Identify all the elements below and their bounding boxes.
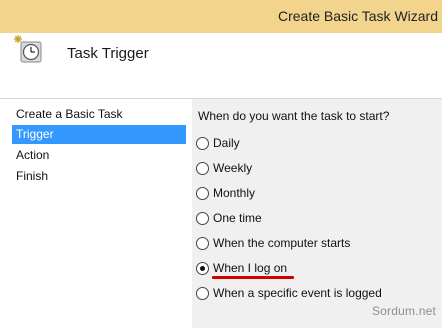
- radio-label[interactable]: When a specific event is logged: [213, 286, 382, 300]
- radio-label[interactable]: When the computer starts: [213, 236, 350, 250]
- window-title: Create Basic Task Wizard: [277, 8, 438, 24]
- radio-button[interactable]: [196, 287, 209, 300]
- step-label: Action: [16, 148, 50, 162]
- clock-icon: [14, 34, 46, 64]
- radio-label[interactable]: Monthly: [213, 186, 255, 200]
- wizard-steps: Create a Basic Task Trigger Action Finis…: [0, 99, 192, 328]
- wizard-header: Task Trigger: [0, 33, 442, 99]
- radio-button[interactable]: [196, 212, 209, 225]
- highlight-underline: [212, 276, 294, 279]
- title-bar[interactable]: Create Basic Task Wizard: [0, 0, 442, 33]
- watermark: Sordum.net: [371, 304, 436, 318]
- radio-label[interactable]: Daily: [213, 136, 240, 150]
- step-action[interactable]: Action: [12, 146, 186, 165]
- step-label: Trigger: [16, 127, 54, 141]
- page-title: Task Trigger: [67, 45, 149, 62]
- trigger-question: When do you want the task to start?: [198, 109, 390, 123]
- radio-button[interactable]: [196, 237, 209, 250]
- radio-button[interactable]: [196, 162, 209, 175]
- radio-button[interactable]: [196, 187, 209, 200]
- radio-button[interactable]: [196, 262, 209, 275]
- step-finish[interactable]: Finish: [12, 167, 186, 186]
- trigger-panel: When do you want the task to start? Dail…: [192, 99, 442, 328]
- radio-label[interactable]: When I log on: [213, 261, 287, 275]
- step-label: Create a Basic Task: [16, 107, 123, 121]
- step-trigger[interactable]: Trigger: [12, 125, 186, 144]
- radio-button[interactable]: [196, 137, 209, 150]
- radio-label[interactable]: One time: [213, 211, 262, 225]
- step-label: Finish: [16, 169, 49, 183]
- step-create-basic-task[interactable]: Create a Basic Task: [12, 105, 186, 124]
- radio-label[interactable]: Weekly: [213, 161, 252, 175]
